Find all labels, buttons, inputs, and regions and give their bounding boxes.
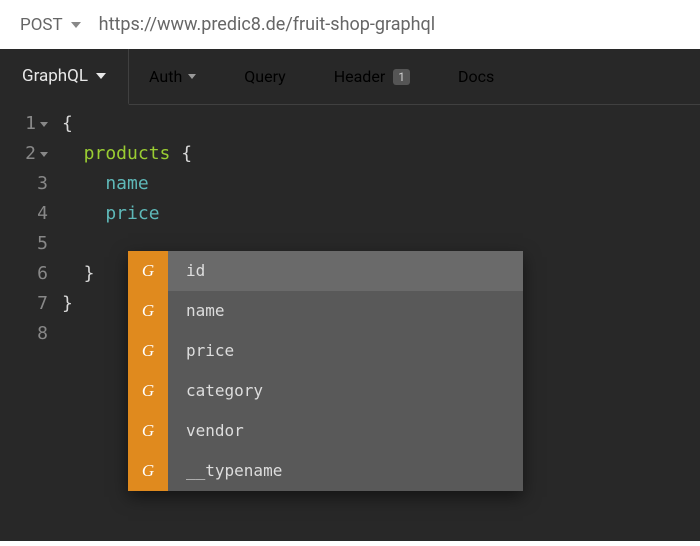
autocomplete-item[interactable]: Gcategory [128,371,523,411]
autocomplete-label: category [168,376,263,406]
header-count-badge: 1 [393,69,410,85]
http-method-label: POST [20,15,63,35]
tab-label: GraphQL [22,66,88,86]
tab-label: Header [334,67,386,86]
graphql-type-icon: G [128,331,168,371]
autocomplete-popup: GidGnameGpriceGcategoryGvendorG__typenam… [128,251,523,491]
line-number-gutter: 12345678 [0,105,56,349]
graphql-type-icon: G [128,251,168,291]
chevron-down-icon [96,73,106,79]
request-tabs: GraphQL Auth Query Header 1 Docs [0,49,700,105]
autocomplete-label: price [168,336,234,366]
tab-graphql[interactable]: GraphQL [0,49,129,105]
url-bar: POST [0,0,700,49]
graphql-type-icon: G [128,411,168,451]
autocomplete-item[interactable]: Gprice [128,331,523,371]
code-line[interactable]: products { [62,139,700,169]
code-line[interactable]: { [62,109,700,139]
line-number: 2 [0,139,48,169]
line-number: 8 [0,319,48,349]
graphql-type-icon: G [128,371,168,411]
tab-header[interactable]: Header 1 [314,49,430,104]
tab-docs[interactable]: Docs [438,49,514,104]
code-editor[interactable]: 12345678 { products { name price }} GidG… [0,105,700,349]
fold-icon[interactable] [40,122,48,127]
code-line[interactable]: price [62,199,700,229]
chevron-down-icon [71,22,81,28]
line-number: 4 [0,199,48,229]
line-number: 1 [0,109,48,139]
line-number: 3 [0,169,48,199]
autocomplete-item[interactable]: Gid [128,251,523,291]
autocomplete-item[interactable]: G__typename [128,451,523,491]
chevron-down-icon [188,74,196,79]
line-number: 7 [0,289,48,319]
autocomplete-label: name [168,296,225,326]
graphql-type-icon: G [128,291,168,331]
inactive-tabs-row: Auth Query Header 1 Docs [129,49,700,105]
tab-query[interactable]: Query [224,49,305,104]
url-input[interactable] [99,14,680,35]
tab-label: Docs [458,67,494,86]
autocomplete-label: __typename [168,456,282,486]
http-method-selector[interactable]: POST [20,15,81,35]
autocomplete-label: id [168,256,205,286]
graphql-type-icon: G [128,451,168,491]
tab-label: Query [244,67,285,86]
editor-area: GraphQL Auth Query Header 1 Docs 1234567… [0,49,700,541]
autocomplete-item[interactable]: Gname [128,291,523,331]
autocomplete-item[interactable]: Gvendor [128,411,523,451]
tab-auth[interactable]: Auth [129,49,216,104]
autocomplete-label: vendor [168,416,244,446]
line-number: 5 [0,229,48,259]
tab-label: Auth [149,67,182,86]
code-line[interactable]: name [62,169,700,199]
fold-icon[interactable] [40,152,48,157]
line-number: 6 [0,259,48,289]
